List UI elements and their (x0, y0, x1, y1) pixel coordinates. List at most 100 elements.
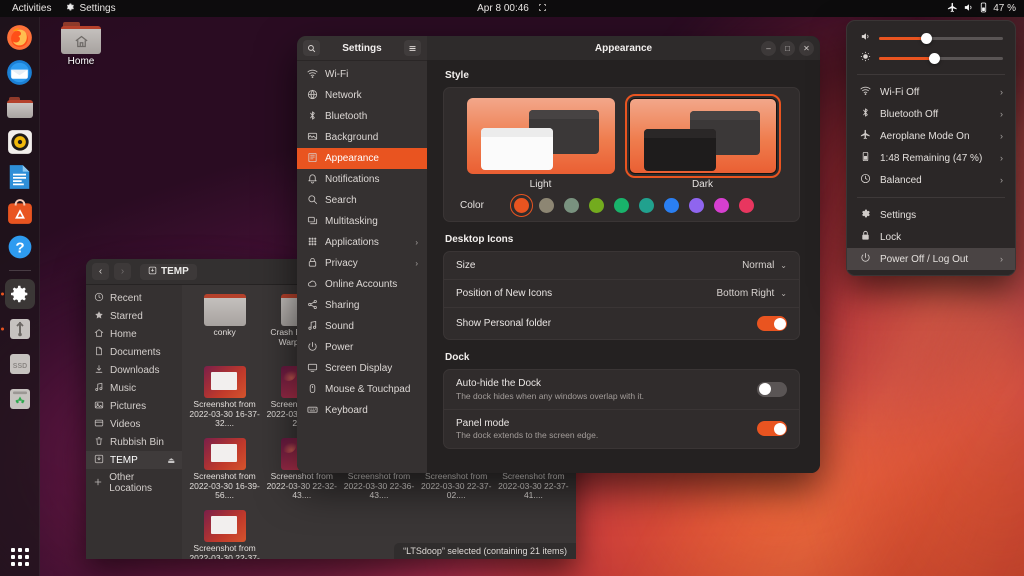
row-auto-hide-the-dock[interactable]: Auto-hide the DockThe dock hides when an… (444, 370, 799, 409)
dock-item-help[interactable]: ? (5, 232, 35, 262)
eject-icon[interactable]: ⏏ (167, 456, 175, 465)
brightness-slider[interactable] (879, 57, 1003, 60)
accent-swatch-blue[interactable] (664, 198, 679, 213)
settings-sidebar-item-multitasking[interactable]: Multitasking (297, 211, 427, 232)
system-menu-bluetooth-off[interactable]: Bluetooth Off› (847, 103, 1015, 125)
settings-sidebar-item-privacy[interactable]: Privacy› (297, 253, 427, 274)
close-button[interactable]: ✕ (799, 41, 814, 56)
row-size[interactable]: SizeNormal⌄ (444, 252, 799, 279)
image-thumbnail (204, 366, 246, 398)
settings-sidebar-item-online-accounts[interactable]: Online Accounts (297, 274, 427, 295)
system-menu-aeroplane-mode-on[interactable]: Aeroplane Mode On› (847, 125, 1015, 147)
settings-sidebar-item-wi-fi[interactable]: Wi-Fi (297, 64, 427, 85)
accent-swatch-sage[interactable] (564, 198, 579, 213)
system-menu-settings[interactable]: Settings (847, 204, 1015, 226)
files-sidebar-item-videos[interactable]: Videos (86, 415, 182, 433)
svg-text:SSD: SSD (12, 363, 26, 370)
app-menu-settings[interactable]: Settings (59, 1, 121, 16)
files-sidebar-item-music[interactable]: Music (86, 379, 182, 397)
system-menu-power-off-log-out[interactable]: Power Off / Log Out› (847, 248, 1015, 270)
settings-sidebar-item-background[interactable]: Background (297, 127, 427, 148)
maximize-button[interactable]: □ (780, 41, 795, 56)
settings-sidebar-item-applications[interactable]: Applications› (297, 232, 427, 253)
activities-button[interactable]: Activities (6, 2, 57, 15)
settings-sidebar-item-network[interactable]: Network (297, 85, 427, 106)
files-sidebar-item-temp[interactable]: TEMP⏏ (86, 451, 182, 469)
style-option-light[interactable]: Light (467, 98, 615, 190)
system-tray-button[interactable]: 47 % (947, 2, 1018, 16)
settings-menu-button[interactable] (404, 40, 421, 56)
dock-item-settings[interactable] (5, 279, 35, 309)
row-show-personal-folder[interactable]: Show Personal folder (444, 307, 799, 339)
clock-button[interactable]: Apr 8 00:46 (471, 2, 553, 16)
accent-swatch-olive[interactable] (589, 198, 604, 213)
accent-swatch-bark[interactable] (539, 198, 554, 213)
accent-swatch-pink[interactable] (739, 198, 754, 213)
toggle-panel-mode[interactable] (757, 421, 787, 436)
system-menu-wi-fi-off[interactable]: Wi-Fi Off› (847, 81, 1015, 103)
row-position-of-new-icons[interactable]: Position of New IconsBottom Right⌄ (444, 279, 799, 307)
dock-item-firefox[interactable] (5, 22, 35, 52)
files-sidebar-item-downloads[interactable]: Downloads (86, 361, 182, 379)
files-sidebar-item-label: Pictures (110, 401, 146, 412)
settings-sidebar-item-power[interactable]: Power (297, 337, 427, 358)
file-item[interactable]: Screenshot from 2022-03-30 16-37-32.... (186, 363, 263, 435)
file-item[interactable]: Screenshot from 2022-03-30 16-39-56.... (186, 435, 263, 507)
files-sidebar-item-home[interactable]: Home (86, 325, 182, 343)
show-applications-button[interactable] (11, 548, 29, 566)
system-menu-lock[interactable]: Lock (847, 226, 1015, 248)
accent-swatch-magenta[interactable] (714, 198, 729, 213)
settings-sidebar-item-bluetooth[interactable]: Bluetooth (297, 106, 427, 127)
files-sidebar-item-documents[interactable]: Documents (86, 343, 182, 361)
files-sidebar-item-label: Starred (110, 311, 143, 322)
system-menu-balanced[interactable]: Balanced› (847, 169, 1015, 191)
file-item[interactable]: conky (186, 291, 263, 363)
settings-sidebar-item-mouse-touchpad[interactable]: Mouse & Touchpad (297, 379, 427, 400)
settings-sidebar-item-search[interactable]: Search (297, 190, 427, 211)
file-item[interactable]: Screenshot from 2022-03-30 22-37-58.... (186, 507, 263, 559)
settings-sidebar: Wi-FiNetworkBluetoothBackgroundAppearanc… (297, 61, 427, 473)
dock-item-libreoffice-writer[interactable] (5, 162, 35, 192)
accent-swatch-purple[interactable] (689, 198, 704, 213)
gear-icon (65, 2, 75, 15)
appearance-icon (306, 152, 318, 166)
row-panel-mode[interactable]: Panel modeThe dock extends to the screen… (444, 409, 799, 449)
minimize-button[interactable]: – (761, 41, 776, 56)
dock-item-ssd-drive[interactable]: SSD (5, 349, 35, 379)
files-back-button[interactable]: ‹ (92, 263, 109, 280)
settings-sidebar-item-keyboard[interactable]: Keyboard (297, 400, 427, 421)
accent-swatch-teal[interactable] (639, 198, 654, 213)
files-sidebar-item-rubbish-bin[interactable]: Rubbish Bin (86, 433, 182, 451)
files-breadcrumb-temp[interactable]: TEMP (140, 264, 197, 280)
settings-search-button[interactable] (303, 40, 320, 56)
settings-sidebar-item-sharing[interactable]: Sharing (297, 295, 427, 316)
accent-swatch-orange[interactable] (514, 198, 529, 213)
dock-item-thunderbird[interactable] (5, 57, 35, 87)
system-menu-1-48-remaining-47[interactable]: 1:48 Remaining (47 %)› (847, 147, 1015, 169)
files-sidebar-item-other-locations[interactable]: Other Locations (86, 469, 182, 497)
settings-sidebar-item-screen-display[interactable]: Screen Display (297, 358, 427, 379)
settings-sidebar-item-label: Privacy (325, 258, 358, 269)
volume-slider[interactable] (879, 37, 1003, 40)
files-sidebar-item-recent[interactable]: Recent (86, 289, 182, 307)
dock-item-usb-drive[interactable] (5, 314, 35, 344)
settings-sidebar-item-appearance[interactable]: Appearance (297, 148, 427, 169)
style-option-dark[interactable]: Dark (629, 98, 777, 190)
files-sidebar-item-starred[interactable]: Starred (86, 307, 182, 325)
toggle-auto-hide-the-dock[interactable] (757, 382, 787, 397)
dock-item-rubbish-bin[interactable] (5, 384, 35, 414)
display-icon (306, 362, 318, 376)
settings-sidebar-item-sound[interactable]: Sound (297, 316, 427, 337)
files-forward-button[interactable]: › (114, 263, 131, 280)
toggle-show-personal-folder[interactable] (757, 316, 787, 331)
files-sidebar-item-pictures[interactable]: Pictures (86, 397, 182, 415)
accent-swatch-green[interactable] (614, 198, 629, 213)
dock-item-rhythmbox[interactable] (5, 127, 35, 157)
dock-item-ubuntu-software[interactable] (5, 197, 35, 227)
dock-item-files[interactable] (5, 92, 35, 122)
desktop-icon-home[interactable]: Home (55, 22, 107, 67)
settings-sidebar-item-notifications[interactable]: Notifications (297, 169, 427, 190)
row-label: Position of New Icons (456, 288, 552, 299)
dock-section-title: Dock (445, 352, 800, 363)
appearance-panel: Style Light Dar (427, 61, 820, 473)
